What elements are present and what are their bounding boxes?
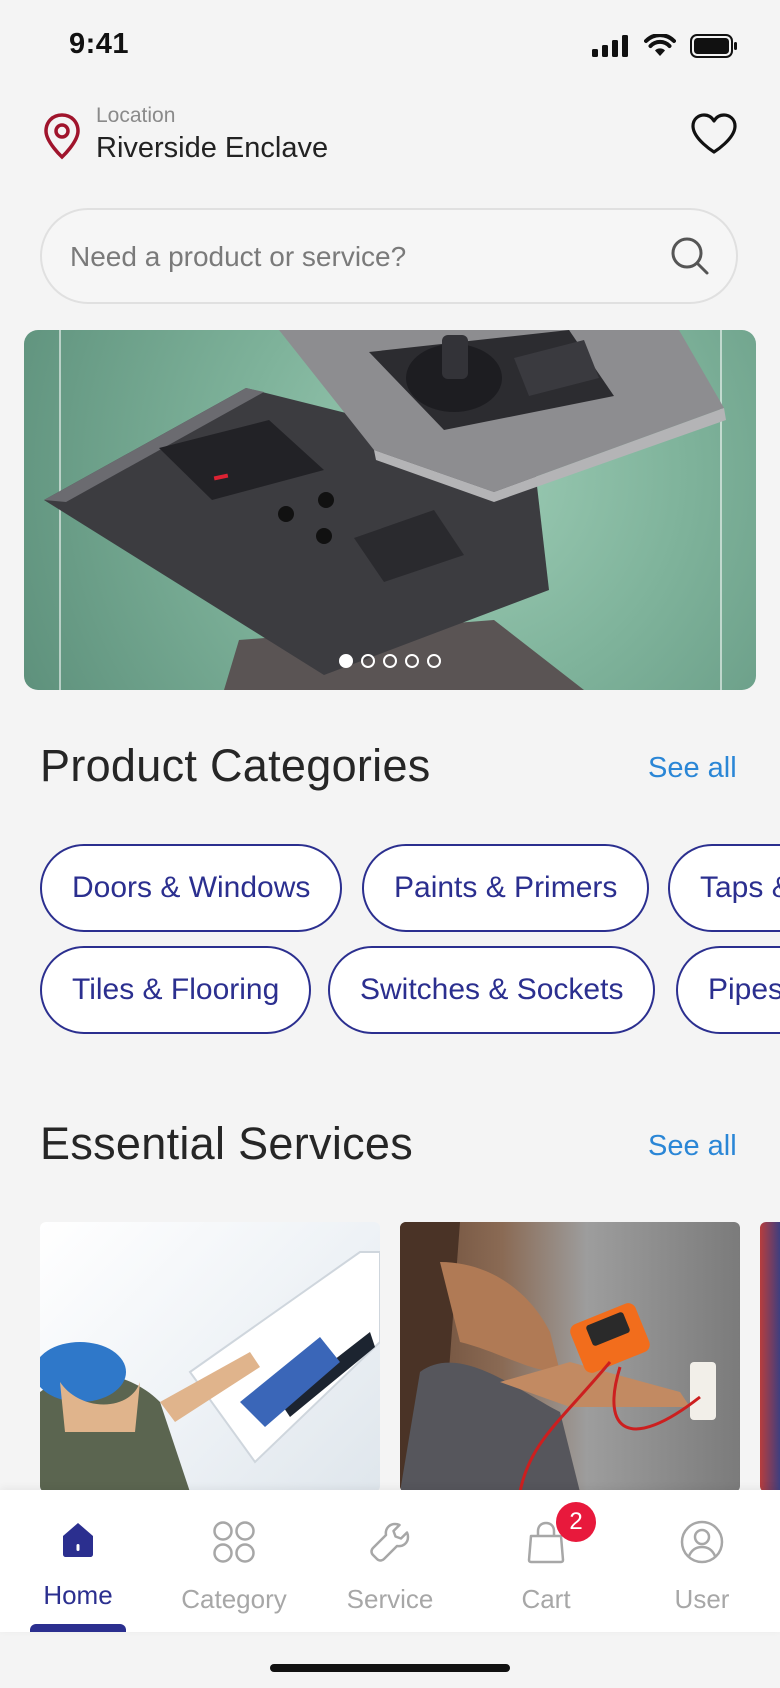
search-icon[interactable] — [670, 236, 710, 276]
category-chip-doors-windows[interactable]: Doors & Windows — [40, 844, 343, 932]
promo-banner[interactable] — [24, 330, 756, 690]
electrician-multimeter-image — [400, 1222, 716, 1492]
category-chip-switches-sockets[interactable]: Switches & Sockets — [328, 946, 656, 1034]
nav-home-label: Home — [43, 1580, 113, 1610]
banner-dot-1[interactable] — [339, 654, 353, 668]
ac-technician-image — [40, 1251, 380, 1492]
search-bar — [40, 208, 738, 304]
product-categories-see-all-link[interactable]: See all — [648, 752, 737, 785]
search-input[interactable] — [68, 210, 632, 304]
category-grid-icon — [213, 1521, 255, 1563]
service-card-electrician[interactable] — [400, 1222, 740, 1492]
banner-dot-2[interactable] — [361, 654, 375, 668]
nav-user[interactable]: User — [624, 1490, 780, 1632]
location-value[interactable]: Riverside Enclave — [96, 132, 328, 165]
user-icon — [680, 1520, 724, 1564]
status-time: 9:41 — [69, 28, 130, 60]
category-chip-paints-primers[interactable]: Paints & Primers — [362, 844, 650, 932]
cart-badge: 2 — [556, 1502, 596, 1542]
home-icon — [63, 1523, 93, 1557]
banner-dot-3[interactable] — [383, 654, 397, 668]
nav-service[interactable]: Service — [312, 1490, 468, 1632]
nav-category[interactable]: Category — [156, 1490, 312, 1632]
nav-cart[interactable]: Cart — [468, 1490, 624, 1632]
banner-switch-plates-image — [44, 330, 726, 690]
category-chip-tiles-flooring[interactable]: Tiles & Flooring — [40, 946, 312, 1034]
essential-services-title: Essential Services — [40, 1118, 414, 1169]
nav-category-label: Category — [181, 1584, 287, 1614]
category-chip-pipes[interactable]: Pipes — [676, 946, 780, 1034]
category-chip-taps[interactable]: Taps & — [668, 844, 780, 932]
service-card-ac-repair[interactable] — [40, 1222, 380, 1492]
location-pin-icon[interactable] — [42, 112, 82, 160]
heart-icon[interactable] — [690, 112, 738, 156]
essential-services-see-all-link[interactable]: See all — [648, 1130, 737, 1163]
nav-cart-label: Cart — [521, 1584, 571, 1614]
product-categories-title: Product Categories — [40, 740, 431, 791]
battery-icon — [690, 34, 737, 58]
banner-dot-5[interactable] — [427, 654, 441, 668]
bottom-navigation: Home Category Service Cart User 2 — [0, 1490, 780, 1632]
active-tab-indicator — [30, 1624, 126, 1632]
wrench-icon — [370, 1522, 410, 1562]
home-indicator[interactable] — [270, 1664, 510, 1672]
nav-service-label: Service — [346, 1584, 434, 1614]
nav-home[interactable]: Home — [0, 1490, 156, 1632]
banner-dot-4[interactable] — [405, 654, 419, 668]
status-icons — [592, 34, 738, 58]
signal-icon — [592, 35, 628, 57]
wifi-icon — [644, 34, 676, 56]
service-card-partial[interactable] — [760, 1222, 780, 1492]
banner-pagination — [24, 654, 756, 668]
nav-user-label: User — [674, 1584, 730, 1614]
location-label: Location — [96, 104, 176, 127]
